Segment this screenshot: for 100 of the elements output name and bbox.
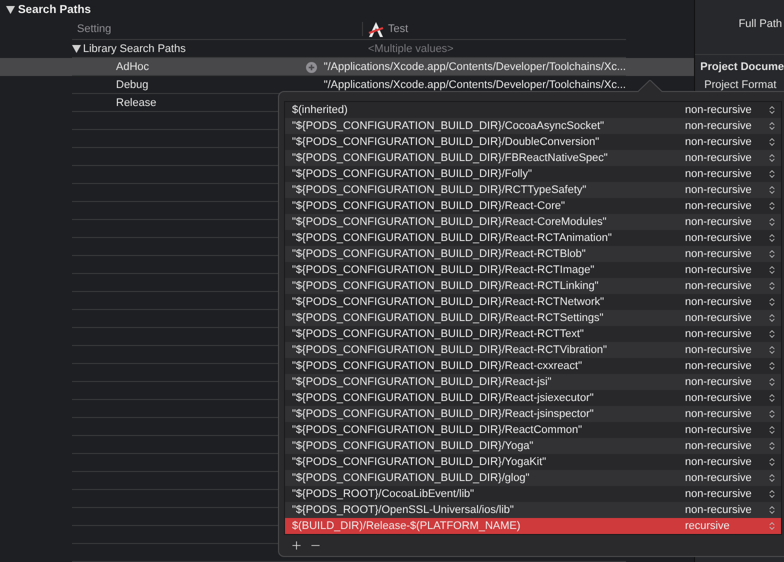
- field-label: Project Format: [703, 79, 778, 91]
- recursion-value: non-recursive: [685, 488, 753, 500]
- stepper-icon[interactable]: [767, 409, 777, 419]
- path-text: "${PODS_CONFIGURATION_BUILD_DIR}/React-RCTText": [292, 328, 585, 340]
- stepper-icon[interactable]: [767, 473, 777, 483]
- path-text: "${PODS_CONFIGURATION_BUILD_DIR}/React-RCTNetwork": [292, 296, 606, 308]
- stepper-icon[interactable]: [767, 313, 777, 323]
- path-text: "${PODS_CONFIGURATION_BUILD_DIR}/React-Core": [292, 200, 566, 212]
- path-row[interactable]: "${PODS_CONFIGURATION_BUILD_DIR}/React-RCTVibration" non-recursive: [285, 342, 781, 358]
- recursion-value: non-recursive: [685, 216, 753, 228]
- path-text: $(BUILD_DIR)/Release-$(PLATFORM_NAME): [292, 520, 522, 532]
- path-row[interactable]: "${PODS_CONFIGURATION_BUILD_DIR}/glog" non-recursive: [285, 470, 781, 486]
- path-row[interactable]: "${PODS_CONFIGURATION_BUILD_DIR}/React-jsi" non-recursive: [285, 374, 781, 390]
- recursion-value: non-recursive: [685, 120, 753, 132]
- stepper-icon[interactable]: [767, 441, 777, 451]
- path-text: "${PODS_CONFIGURATION_BUILD_DIR}/React-CoreModules": [292, 216, 608, 228]
- stepper-icon[interactable]: [767, 265, 777, 275]
- path-text: "${PODS_CONFIGURATION_BUILD_DIR}/React-jsiexecutor": [292, 392, 595, 404]
- stepper-icon[interactable]: [767, 185, 777, 195]
- stepper-icon[interactable]: [767, 361, 777, 371]
- recursion-value: non-recursive: [685, 168, 753, 180]
- stepper-icon[interactable]: [767, 153, 777, 163]
- configuration-name[interactable]: Debug: [116, 78, 148, 90]
- stepper-icon[interactable]: [767, 457, 777, 467]
- stepper-icon[interactable]: [767, 121, 777, 131]
- stepper-icon[interactable]: [767, 249, 777, 259]
- path-text: "${PODS_CONFIGURATION_BUILD_DIR}/YogaKit": [292, 456, 548, 468]
- path-row[interactable]: "${PODS_CONFIGURATION_BUILD_DIR}/React-RCTBlob" non-recursive: [285, 246, 781, 262]
- expanded-triangle-icon[interactable]: [6, 6, 15, 14]
- path-text: "${PODS_ROOT}/OpenSSL-Universal/ios/lib": [292, 504, 515, 516]
- stepper-icon[interactable]: [767, 297, 777, 307]
- stepper-icon[interactable]: [767, 489, 777, 499]
- recursion-value: non-recursive: [685, 136, 753, 148]
- setting-value: <Multiple values>: [368, 42, 454, 54]
- stepper-icon[interactable]: [767, 329, 777, 339]
- recursion-value: non-recursive: [685, 456, 753, 468]
- recursion-value: non-recursive: [685, 152, 753, 164]
- recursion-value: non-recursive: [685, 312, 753, 324]
- path-text: "${PODS_CONFIGURATION_BUILD_DIR}/glog": [292, 472, 530, 484]
- recursion-value: non-recursive: [685, 360, 753, 372]
- setting-value: "/Applications/Xcode.app/Contents/Developer/Toolchains/Xc...: [324, 78, 626, 90]
- stepper-icon[interactable]: [767, 169, 777, 179]
- path-row[interactable]: "${PODS_CONFIGURATION_BUILD_DIR}/React-RCTLinking" non-recursive: [285, 278, 781, 294]
- column-header: Setting: [72, 22, 363, 36]
- configuration-name[interactable]: Release: [116, 96, 156, 108]
- path-row[interactable]: "${PODS_CONFIGURATION_BUILD_DIR}/React-RCTSettings" non-recursive: [285, 310, 781, 326]
- path-text: "${PODS_CONFIGURATION_BUILD_DIR}/React-RCTSettings": [292, 312, 604, 324]
- path-text: "${PODS_CONFIGURATION_BUILD_DIR}/React-jsinspector": [292, 408, 595, 420]
- path-row[interactable]: "${PODS_CONFIGURATION_BUILD_DIR}/Yoga" non-recursive: [285, 438, 781, 454]
- path-text: "${PODS_CONFIGURATION_BUILD_DIR}/React-RCTVibration": [292, 344, 608, 356]
- stepper-icon[interactable]: [767, 345, 777, 355]
- stepper-icon[interactable]: [767, 105, 777, 115]
- path-text: "${PODS_CONFIGURATION_BUILD_DIR}/ReactCommon": [292, 424, 584, 436]
- path-row[interactable]: "${PODS_CONFIGURATION_BUILD_DIR}/React-CoreModules" non-recursive: [285, 214, 781, 230]
- path-row[interactable]: $(BUILD_DIR)/Release-$(PLATFORM_NAME) recursive: [285, 518, 781, 534]
- stepper-icon[interactable]: [767, 393, 777, 403]
- path-text: "${PODS_ROOT}/CocoaLibEvent/lib": [292, 488, 476, 500]
- stepper-icon[interactable]: [767, 217, 777, 227]
- recursion-value: non-recursive: [685, 344, 753, 356]
- path-text: "${PODS_CONFIGURATION_BUILD_DIR}/Yoga": [292, 440, 534, 452]
- path-row[interactable]: "${PODS_ROOT}/OpenSSL-Universal/ios/lib" non-recursive: [285, 502, 781, 518]
- path-text: "${PODS_CONFIGURATION_BUILD_DIR}/React-RCTLinking": [292, 280, 600, 292]
- stepper-icon[interactable]: [767, 201, 777, 211]
- path-text: "${PODS_CONFIGURATION_BUILD_DIR}/React-RCTBlob": [292, 248, 587, 260]
- path-text: "${PODS_CONFIGURATION_BUILD_DIR}/RCTTypeSafety": [292, 184, 588, 196]
- recursion-value: non-recursive: [685, 440, 753, 452]
- stepper-icon[interactable]: [767, 233, 777, 243]
- recursion-value: non-recursive: [685, 104, 753, 116]
- path-row[interactable]: "${PODS_CONFIGURATION_BUILD_DIR}/RCTTypeSafety" non-recursive: [285, 182, 781, 198]
- stepper-icon[interactable]: [767, 505, 777, 515]
- setting-name: Library Search Paths: [83, 42, 186, 54]
- path-row[interactable]: "${PODS_CONFIGURATION_BUILD_DIR}/React-jsinspector" non-recursive: [285, 406, 781, 422]
- section-title: Search Paths: [18, 4, 91, 16]
- recursion-value: non-recursive: [685, 392, 753, 404]
- recursion-value: non-recursive: [685, 184, 753, 196]
- add-button[interactable]: [290, 539, 303, 552]
- path-text: "${PODS_CONFIGURATION_BUILD_DIR}/React-RCTImage": [292, 264, 596, 276]
- recursion-value: non-recursive: [685, 408, 753, 420]
- add-icon[interactable]: [306, 62, 317, 72]
- expanded-triangle-icon[interactable]: [72, 44, 81, 52]
- path-text: "${PODS_CONFIGURATION_BUILD_DIR}/React-cxxreact": [292, 360, 584, 372]
- plus-icon: [290, 539, 303, 552]
- recursion-value: non-recursive: [685, 376, 753, 388]
- path-row[interactable]: "${PODS_CONFIGURATION_BUILD_DIR}/FBReactNativeSpec" non-recursive: [285, 150, 781, 166]
- path-text: "${PODS_CONFIGURATION_BUILD_DIR}/FBReactNativeSpec": [292, 152, 609, 164]
- stepper-icon[interactable]: [767, 137, 777, 147]
- recursion-value: non-recursive: [685, 328, 753, 340]
- recursion-value: non-recursive: [685, 280, 753, 292]
- setting-value: "/Applications/Xcode.app/Contents/Developer/Toolchains/Xc...: [324, 60, 626, 72]
- stepper-icon[interactable]: [767, 377, 777, 387]
- path-text: "${PODS_CONFIGURATION_BUILD_DIR}/React-jsi": [292, 376, 552, 388]
- recursion-value: non-recursive: [685, 504, 753, 516]
- stepper-icon[interactable]: [767, 425, 777, 435]
- path-row[interactable]: "${PODS_CONFIGURATION_BUILD_DIR}/CocoaAsyncSocket" non-recursive: [285, 118, 781, 134]
- configuration-name[interactable]: AdHoc: [116, 60, 150, 72]
- path-text: "${PODS_CONFIGURATION_BUILD_DIR}/React-RCTAnimation": [292, 232, 613, 244]
- recursion-value: non-recursive: [685, 424, 753, 436]
- app-icon: [368, 22, 384, 37]
- stepper-icon[interactable]: [767, 281, 777, 291]
- column-header: Test: [388, 23, 408, 36]
